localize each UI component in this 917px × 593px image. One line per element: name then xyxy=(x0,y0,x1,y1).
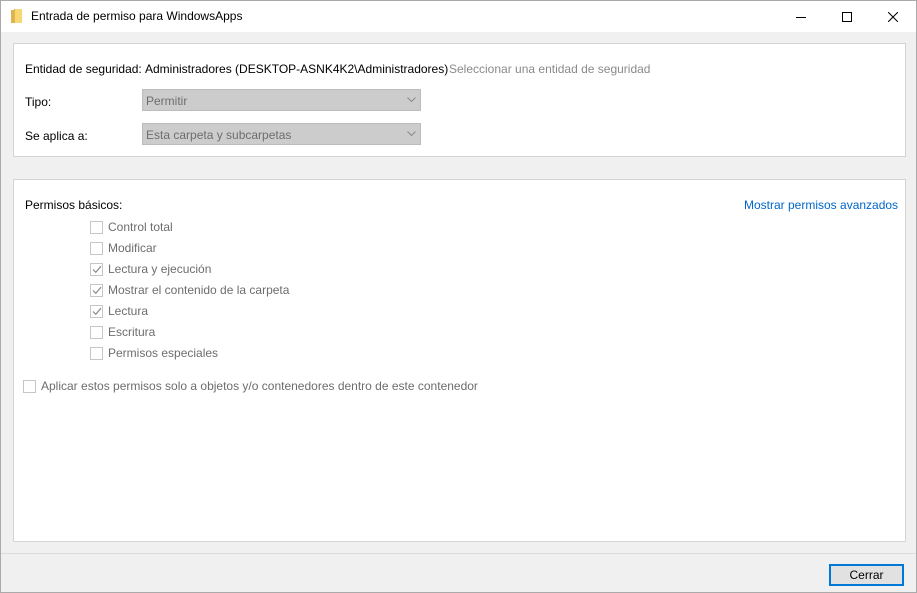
select-principal-link[interactable]: Seleccionar una entidad de seguridad xyxy=(449,62,650,76)
applies-to-select-value: Esta carpeta y subcarpetas xyxy=(146,128,292,142)
checkmark-icon xyxy=(92,307,101,315)
maximize-icon xyxy=(842,11,852,22)
permission-item[interactable]: Lectura xyxy=(90,302,148,320)
close-icon xyxy=(888,11,898,22)
permission-entry-dialog: Entrada de permiso para WindowsApps Enti… xyxy=(0,0,917,593)
permission-item[interactable]: Mostrar el contenido de la carpeta xyxy=(90,281,289,299)
chevron-down-icon xyxy=(407,131,416,137)
show-advanced-permissions-link[interactable]: Mostrar permisos avanzados xyxy=(744,198,898,212)
permission-checkbox[interactable] xyxy=(90,220,103,234)
permissions-panel: Permisos básicos: Mostrar permisos avanz… xyxy=(13,179,906,542)
permission-label: Modificar xyxy=(108,241,157,255)
permission-label: Lectura xyxy=(108,304,149,318)
permissions-heading: Permisos básicos: xyxy=(25,198,123,212)
title-bar[interactable]: Entrada de permiso para WindowsApps xyxy=(1,1,916,32)
minimize-icon xyxy=(796,16,806,18)
principal-label: Entidad de seguridad: xyxy=(25,62,142,76)
applies-to-select[interactable]: Esta carpeta y subcarpetas xyxy=(142,123,421,145)
type-select[interactable]: Permitir xyxy=(142,89,421,111)
permission-label: Control total xyxy=(108,220,173,234)
footer-divider xyxy=(1,553,916,554)
apply-only-checkbox-row[interactable]: Aplicar estos permisos solo a objetos y/… xyxy=(23,377,478,395)
permission-item[interactable]: Control total xyxy=(90,218,173,236)
permission-checkbox[interactable] xyxy=(90,304,103,318)
permission-checkbox[interactable] xyxy=(90,241,103,255)
type-select-value: Permitir xyxy=(146,94,188,108)
checkmark-icon xyxy=(92,286,101,294)
permission-item[interactable]: Lectura y ejecución xyxy=(90,260,211,278)
type-label: Tipo: xyxy=(25,95,52,109)
applies-to-label: Se aplica a: xyxy=(25,129,88,143)
permission-label: Lectura y ejecución xyxy=(108,262,212,276)
permission-item[interactable]: Modificar xyxy=(90,239,157,257)
permission-item[interactable]: Escritura xyxy=(90,323,155,341)
permission-item[interactable]: Permisos especiales xyxy=(90,344,218,362)
folder-icon xyxy=(11,9,22,23)
permission-checkbox[interactable] xyxy=(90,262,103,276)
minimize-button[interactable] xyxy=(778,1,824,32)
principal-panel: Entidad de seguridad: Administradores (D… xyxy=(13,43,906,157)
close-button[interactable]: Cerrar xyxy=(829,564,904,586)
permission-label: Escritura xyxy=(108,325,156,339)
maximize-button[interactable] xyxy=(824,1,870,32)
chevron-down-icon xyxy=(407,97,416,103)
close-window-button[interactable] xyxy=(870,1,916,32)
apply-only-label: Aplicar estos permisos solo a objetos y/… xyxy=(41,379,478,393)
permission-label: Permisos especiales xyxy=(108,346,219,360)
permission-checkbox[interactable] xyxy=(90,346,103,360)
window-title: Entrada de permiso para WindowsApps xyxy=(31,9,243,23)
apply-only-checkbox[interactable] xyxy=(23,379,36,393)
permission-checkbox[interactable] xyxy=(90,325,103,339)
principal-value: Administradores (DESKTOP-ASNK4K2\Adminis… xyxy=(145,62,449,76)
checkmark-icon xyxy=(92,265,101,273)
permission-label: Mostrar el contenido de la carpeta xyxy=(108,283,290,297)
permission-checkbox[interactable] xyxy=(90,283,103,297)
